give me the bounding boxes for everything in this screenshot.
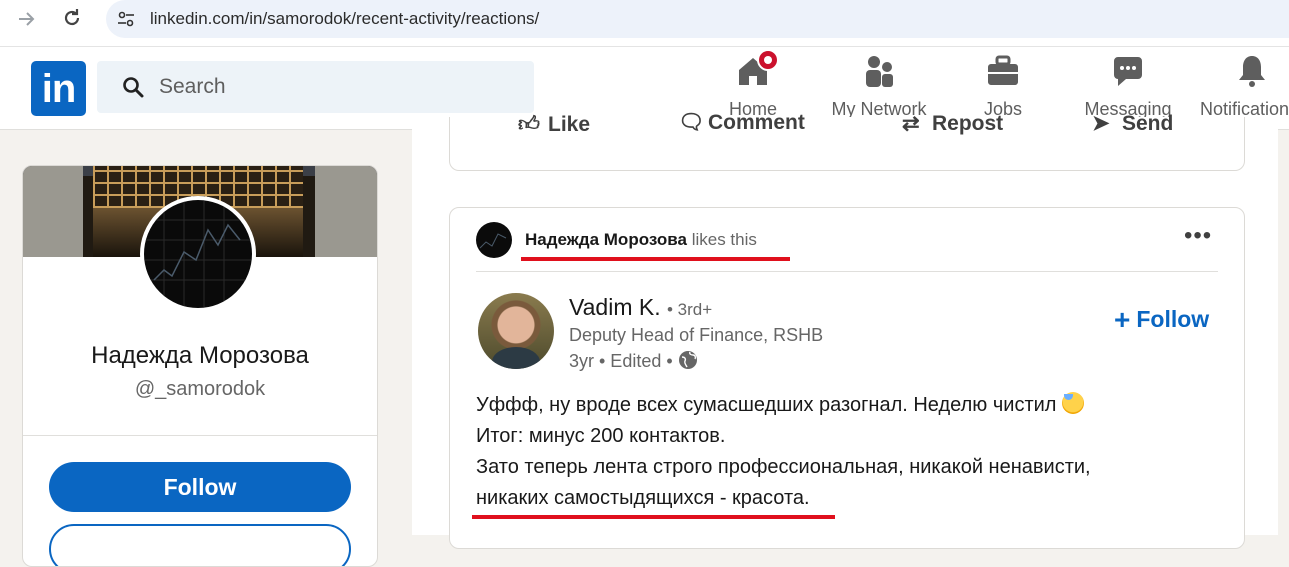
site-info-icon[interactable]: [116, 9, 136, 29]
comment-icon: 🗨︎: [678, 111, 705, 134]
post-body: Уффф, ну вроде всех сумасшедших разогнал…: [476, 390, 1216, 514]
profile-avatar[interactable]: [140, 196, 256, 312]
post-line: Итог: минус 200 контактов.: [476, 425, 726, 447]
repost-button[interactable]: ⇄ Repost: [902, 111, 1003, 136]
browser-toolbar: linkedin.com/in/samorodok/recent-activit…: [0, 0, 1289, 47]
repost-icon: ⇄: [902, 112, 920, 135]
more-options-icon[interactable]: •••: [1184, 222, 1212, 250]
post-meta: 3yr • Edited •: [569, 350, 697, 372]
send-label: Send: [1122, 112, 1174, 135]
like-label: Like: [548, 113, 591, 136]
reactor-avatar[interactable]: [476, 222, 512, 258]
globe-icon: [678, 350, 697, 369]
briefcase-icon: [985, 53, 1021, 89]
messaging-icon: [1110, 53, 1146, 89]
linkedin-logo[interactable]: in: [31, 61, 86, 116]
notification-badge: [757, 49, 779, 71]
profile-name[interactable]: Надежда Морозова: [23, 342, 377, 370]
like-icon: 👍︎: [518, 113, 540, 136]
red-underline-annotation: [472, 515, 835, 519]
feed-column: 👍︎ Like 🗨︎ Comment ⇄ Repost ➤ Send Надежда М…: [412, 111, 1278, 549]
divider: [23, 435, 377, 436]
profile-card: Надежда Морозова @_samorodok Follow: [22, 165, 378, 567]
repost-label: Repost: [932, 112, 1004, 135]
reactor-action: likes this: [691, 230, 757, 249]
reactor-name[interactable]: Надежда Морозова: [525, 230, 687, 249]
search-input[interactable]: Search: [97, 61, 534, 113]
forward-icon[interactable]: [16, 8, 38, 30]
reload-icon[interactable]: [60, 6, 84, 30]
comment-label: Comment: [708, 111, 805, 134]
divider: [476, 271, 1218, 272]
previous-post-actions: 👍︎ Like 🗨︎ Comment ⇄ Repost ➤ Send: [449, 111, 1245, 171]
author-name-line[interactable]: Vadim K. • 3rd+: [569, 294, 712, 321]
red-underline-annotation: [521, 257, 790, 261]
search-icon: [121, 75, 145, 99]
profile-follow-button[interactable]: Follow: [49, 462, 351, 512]
post-line: никаких самостыдящихся - красота.: [476, 487, 810, 509]
like-button[interactable]: 👍︎ Like: [518, 111, 590, 137]
sweat-emoji-icon: [1062, 392, 1085, 414]
search-placeholder: Search: [159, 75, 226, 98]
reaction-header: Надежда Морозова likes this: [525, 230, 757, 250]
author-name[interactable]: Vadim K.: [569, 294, 661, 320]
plus-icon: +: [1114, 304, 1131, 335]
send-icon: ➤: [1092, 112, 1110, 135]
profile-handle: @_samorodok: [134, 378, 266, 400]
send-button[interactable]: ➤ Send: [1092, 111, 1173, 136]
post-card: Надежда Морозова likes this ••• Vadim K.…: [449, 207, 1245, 549]
secondary-button[interactable]: [49, 524, 351, 566]
post-meta-text: 3yr • Edited •: [569, 351, 673, 371]
author-headline: Deputy Head of Finance, RSHB: [569, 325, 824, 345]
url-text[interactable]: linkedin.com/in/samorodok/recent-activit…: [150, 9, 539, 29]
post-line: Зато теперь лента строго профессиональна…: [476, 456, 1091, 478]
author-follow-button[interactable]: + Follow: [1114, 304, 1209, 336]
connection-degree: • 3rd+: [667, 300, 713, 319]
post-line: Уффф, ну вроде всех сумасшедших разогнал…: [476, 390, 1216, 421]
author-avatar[interactable]: [478, 293, 554, 369]
bell-icon: [1234, 53, 1270, 89]
comment-button[interactable]: 🗨︎ Comment: [678, 111, 805, 135]
network-icon: [861, 53, 897, 89]
author-follow-label: Follow: [1136, 306, 1210, 332]
home-icon: [735, 49, 779, 89]
address-bar[interactable]: linkedin.com/in/samorodok/recent-activit…: [106, 0, 1289, 38]
